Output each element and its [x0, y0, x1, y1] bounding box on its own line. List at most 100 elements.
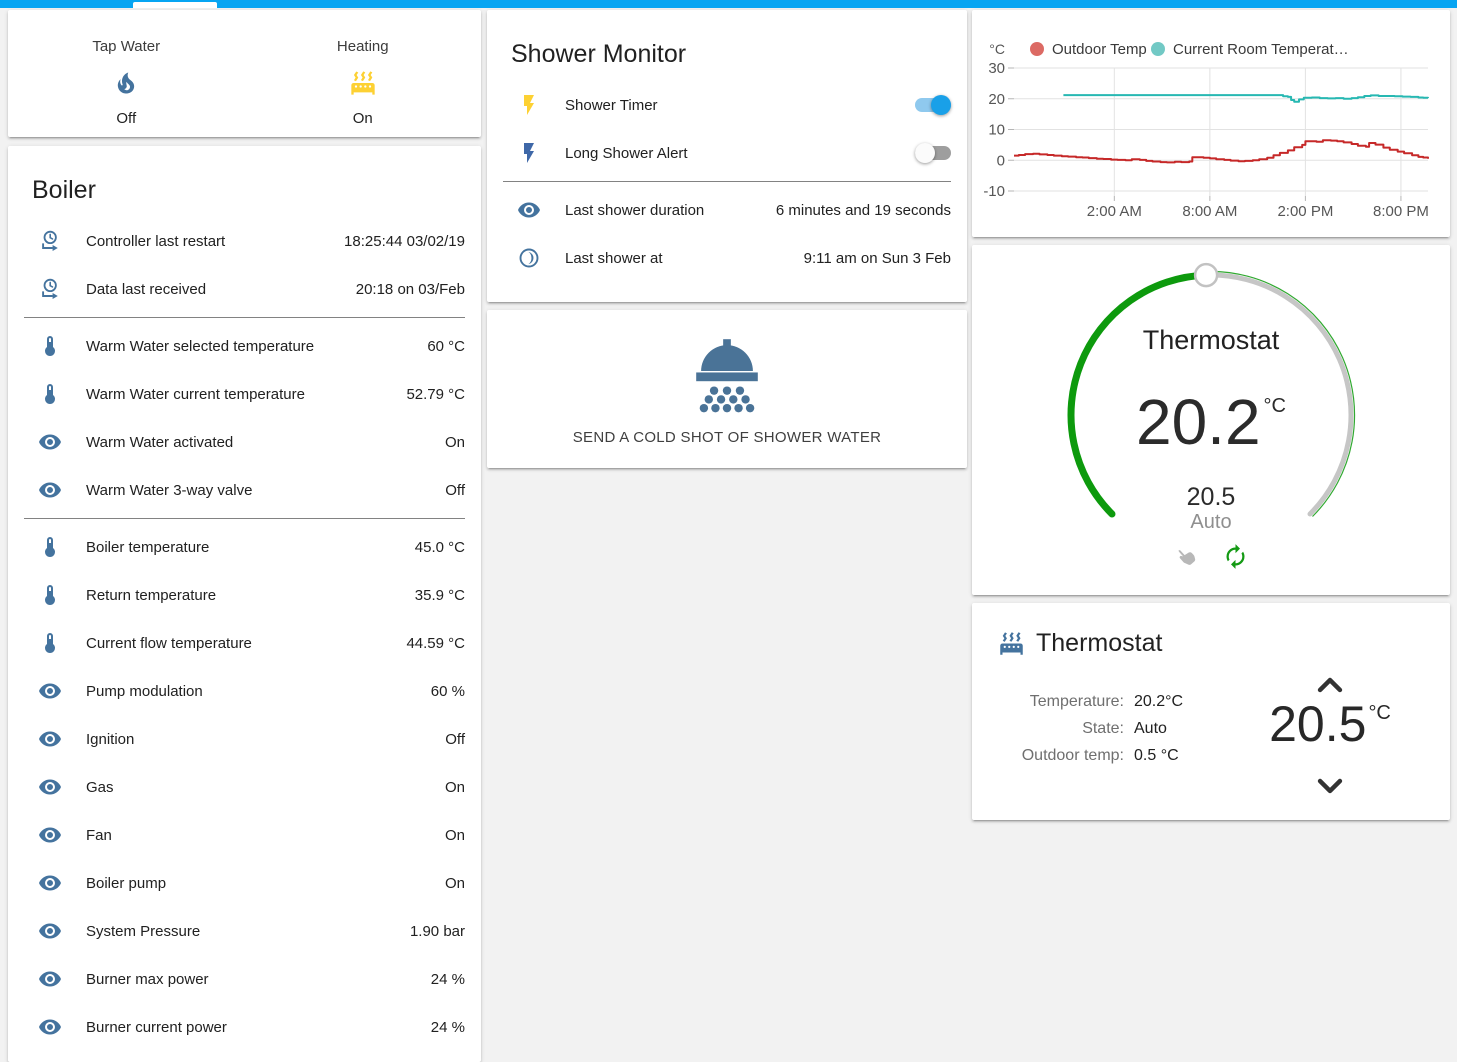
entity-row[interactable]: Shower Timer	[487, 81, 967, 129]
entity-row[interactable]: Last shower at9:11 am on Sun 3 Feb	[487, 234, 967, 282]
series-line	[1014, 140, 1428, 162]
entity-row[interactable]: Current flow temperature44.59 °C	[8, 619, 481, 667]
cold-shot-button-label: SEND A COLD SHOT OF SHOWER WATER	[573, 429, 882, 446]
boiler-card: Boiler Controller last restart18:25:44 0…	[8, 146, 481, 1062]
info-label: State:	[972, 720, 1124, 738]
entity-value: 35.9 °C	[415, 587, 465, 604]
shower-monitor-card: Shower Monitor Shower TimerLong Shower A…	[487, 10, 967, 302]
eye-icon	[517, 198, 541, 222]
toggle-on[interactable]	[915, 95, 951, 115]
entity-row[interactable]: Return temperature35.9 °C	[8, 571, 481, 619]
cold-shot-button-card[interactable]: SEND A COLD SHOT OF SHOWER WATER	[487, 310, 967, 468]
entity-value: 1.90 bar	[410, 923, 465, 940]
x-tick-label: 8:00 AM	[1182, 203, 1237, 220]
divider	[503, 181, 951, 182]
entity-row[interactable]: Warm Water activated On	[8, 418, 481, 466]
entity-label: Burner current power	[86, 1019, 227, 1036]
glance-item-state: Off	[116, 110, 136, 127]
entity-value: 44.59 °C	[406, 635, 465, 652]
x-tick-label: 2:00 AM	[1087, 203, 1142, 220]
entity-row[interactable]: IgnitionOff	[8, 715, 481, 763]
entity-row[interactable]: Long Shower Alert	[487, 129, 967, 177]
entity-row[interactable]: Controller last restart18:25:44 03/02/19	[8, 217, 481, 265]
entity-label: Last shower duration	[565, 202, 704, 219]
entity-value: Off	[445, 482, 465, 499]
entity-row[interactable]: Warm Water selected temperature60 °C	[8, 322, 481, 370]
dial-knob[interactable]	[1195, 264, 1217, 286]
entity-label: Burner max power	[86, 971, 209, 988]
temperature-history-chart: 3020100-102:00 AM8:00 AM2:00 PM8:00 PM°C…	[972, 10, 1450, 237]
y-tick-label: 10	[988, 122, 1005, 139]
glance-item-heating[interactable]: HeatingOn	[245, 10, 482, 137]
entity-row[interactable]: Pump modulation 60 %	[8, 667, 481, 715]
thermostat-info-card: Thermostat Temperature:20.2°CState:AutoO…	[972, 603, 1450, 820]
flash-icon	[517, 93, 541, 117]
info-value: Auto	[1134, 720, 1183, 738]
entity-label: Warm Water selected temperature	[86, 338, 314, 355]
dial-current-temperature: 20.2°C	[972, 385, 1450, 459]
entity-row[interactable]: Last shower duration 6 minutes and 19 sec…	[487, 186, 967, 234]
entity-row[interactable]: Boiler pumpOn	[8, 859, 481, 907]
divider	[24, 317, 465, 318]
thermometer-icon	[38, 535, 62, 559]
y-tick-label: 20	[988, 91, 1005, 108]
y-tick-label: 30	[988, 60, 1005, 77]
entity-label: Pump modulation	[86, 683, 203, 700]
entity-label: Data last received	[86, 281, 206, 298]
active-tab-indicator[interactable]	[133, 2, 217, 8]
entity-value: 20:18 on 03/Feb	[356, 281, 465, 298]
entity-label: Warm Water activated	[86, 434, 233, 451]
thermometer-icon	[38, 382, 62, 406]
entity-row[interactable]: GasOn	[8, 763, 481, 811]
y-tick-label: -10	[983, 183, 1005, 200]
shower-monitor-title: Shower Monitor	[487, 10, 967, 81]
temp-up-button[interactable]	[1250, 668, 1410, 690]
entity-value: 18:25:44 03/02/19	[344, 233, 465, 250]
eye-icon	[38, 679, 62, 703]
moon-icon	[517, 246, 541, 270]
temp-down-button[interactable]	[1250, 769, 1410, 791]
info-value: 20.2°C	[1134, 693, 1183, 711]
autorenew-icon[interactable]	[1222, 543, 1249, 570]
entity-row[interactable]: Burner current power24 %	[8, 1003, 481, 1051]
entity-label: Boiler pump	[86, 875, 166, 892]
flash-icon	[517, 141, 541, 165]
entity-label: Boiler temperature	[86, 539, 209, 556]
toggle-off[interactable]	[915, 143, 951, 163]
glance-item-tap-water[interactable]: Tap WaterOff	[8, 10, 245, 137]
entity-value: 60 %	[431, 683, 465, 700]
entity-value: 45.0 °C	[415, 539, 465, 556]
clock-restart-icon	[38, 229, 62, 253]
entity-label: System Pressure	[86, 923, 200, 940]
target-temp-unit: °C	[1368, 702, 1390, 724]
radiator-icon	[349, 69, 377, 97]
entity-row[interactable]: FanOn	[8, 811, 481, 859]
entity-row[interactable]: Warm Water current temperature52.79 °C	[8, 370, 481, 418]
eye-icon	[38, 727, 62, 751]
hand-pointer-icon[interactable]	[1173, 543, 1200, 570]
x-tick-label: 8:00 PM	[1373, 203, 1429, 220]
eye-icon	[38, 430, 62, 454]
entity-label: Last shower at	[565, 250, 663, 267]
entity-row[interactable]: System Pressure 1.90 bar	[8, 907, 481, 955]
entity-row[interactable]: Warm Water 3-way valveOff	[8, 466, 481, 514]
dial-title: Thermostat	[972, 325, 1450, 356]
shower-icon	[685, 335, 769, 419]
app-header	[0, 0, 1457, 8]
entity-value: 24 %	[431, 971, 465, 988]
clock-restart-icon	[38, 277, 62, 301]
y-tick-label: 0	[997, 152, 1005, 169]
entity-row[interactable]: Data last received 20:18 on 03/Feb	[8, 265, 481, 313]
entity-value: On	[445, 434, 465, 451]
entity-label: Ignition	[86, 731, 134, 748]
entity-row[interactable]: Boiler temperature 45.0 °C	[8, 523, 481, 571]
chevron-down-icon	[1313, 769, 1347, 803]
entity-row[interactable]: Burner max power 24 %	[8, 955, 481, 1003]
eye-icon	[38, 1015, 62, 1039]
glance-item-label: Heating	[337, 38, 389, 55]
entity-value: 6 minutes and 19 seconds	[776, 202, 951, 219]
entity-label: Gas	[86, 779, 114, 796]
entity-value: On	[445, 827, 465, 844]
temperature-history-chart-card: 3020100-102:00 AM8:00 AM2:00 PM8:00 PM°C…	[972, 10, 1450, 237]
dial-setpoint: 20.5	[972, 483, 1450, 512]
